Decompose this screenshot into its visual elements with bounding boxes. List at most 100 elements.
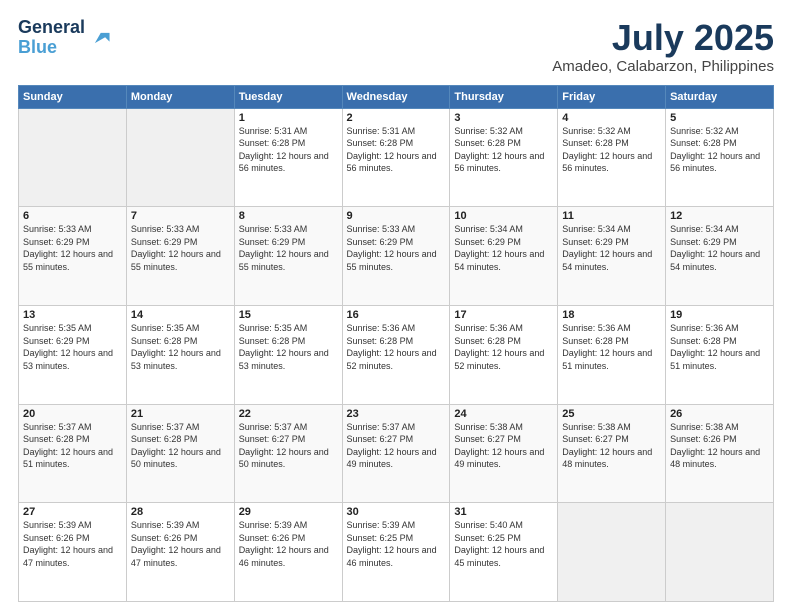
day-number: 25: [562, 408, 661, 420]
day-number: 11: [562, 210, 661, 222]
table-cell: 24Sunrise: 5:38 AM Sunset: 6:27 PM Dayli…: [450, 404, 558, 503]
day-number: 10: [454, 210, 553, 222]
table-cell: 10Sunrise: 5:34 AM Sunset: 6:29 PM Dayli…: [450, 207, 558, 306]
table-cell: 19Sunrise: 5:36 AM Sunset: 6:28 PM Dayli…: [666, 305, 774, 404]
table-cell: 18Sunrise: 5:36 AM Sunset: 6:28 PM Dayli…: [558, 305, 666, 404]
day-info: Sunrise: 5:36 AM Sunset: 6:28 PM Dayligh…: [562, 322, 661, 372]
calendar-title: July 2025: [552, 18, 774, 58]
day-number: 12: [670, 210, 769, 222]
logo-icon: [89, 27, 111, 49]
day-number: 31: [454, 506, 553, 518]
day-info: Sunrise: 5:32 AM Sunset: 6:28 PM Dayligh…: [562, 125, 661, 175]
table-cell: 31Sunrise: 5:40 AM Sunset: 6:25 PM Dayli…: [450, 503, 558, 602]
day-info: Sunrise: 5:33 AM Sunset: 6:29 PM Dayligh…: [239, 223, 338, 273]
day-info: Sunrise: 5:38 AM Sunset: 6:27 PM Dayligh…: [454, 421, 553, 471]
col-tuesday: Tuesday: [234, 85, 342, 108]
day-number: 16: [347, 309, 446, 321]
logo: GeneralBlue: [18, 18, 111, 58]
day-info: Sunrise: 5:36 AM Sunset: 6:28 PM Dayligh…: [670, 322, 769, 372]
day-info: Sunrise: 5:37 AM Sunset: 6:28 PM Dayligh…: [131, 421, 230, 471]
day-info: Sunrise: 5:35 AM Sunset: 6:29 PM Dayligh…: [23, 322, 122, 372]
table-cell: 8Sunrise: 5:33 AM Sunset: 6:29 PM Daylig…: [234, 207, 342, 306]
week-row-2: 6Sunrise: 5:33 AM Sunset: 6:29 PM Daylig…: [19, 207, 774, 306]
day-number: 14: [131, 309, 230, 321]
day-info: Sunrise: 5:32 AM Sunset: 6:28 PM Dayligh…: [670, 125, 769, 175]
table-cell: 23Sunrise: 5:37 AM Sunset: 6:27 PM Dayli…: [342, 404, 450, 503]
table-cell: [666, 503, 774, 602]
day-info: Sunrise: 5:31 AM Sunset: 6:28 PM Dayligh…: [239, 125, 338, 175]
day-info: Sunrise: 5:38 AM Sunset: 6:27 PM Dayligh…: [562, 421, 661, 471]
day-number: 20: [23, 408, 122, 420]
day-number: 30: [347, 506, 446, 518]
day-info: Sunrise: 5:33 AM Sunset: 6:29 PM Dayligh…: [23, 223, 122, 273]
day-number: 15: [239, 309, 338, 321]
day-info: Sunrise: 5:40 AM Sunset: 6:25 PM Dayligh…: [454, 519, 553, 569]
col-sunday: Sunday: [19, 85, 127, 108]
day-info: Sunrise: 5:34 AM Sunset: 6:29 PM Dayligh…: [670, 223, 769, 273]
day-number: 26: [670, 408, 769, 420]
table-cell: 21Sunrise: 5:37 AM Sunset: 6:28 PM Dayli…: [126, 404, 234, 503]
calendar-table: Sunday Monday Tuesday Wednesday Thursday…: [18, 85, 774, 602]
table-cell: 7Sunrise: 5:33 AM Sunset: 6:29 PM Daylig…: [126, 207, 234, 306]
table-cell: 30Sunrise: 5:39 AM Sunset: 6:25 PM Dayli…: [342, 503, 450, 602]
week-row-5: 27Sunrise: 5:39 AM Sunset: 6:26 PM Dayli…: [19, 503, 774, 602]
table-cell: 22Sunrise: 5:37 AM Sunset: 6:27 PM Dayli…: [234, 404, 342, 503]
day-number: 29: [239, 506, 338, 518]
table-cell: 4Sunrise: 5:32 AM Sunset: 6:28 PM Daylig…: [558, 108, 666, 207]
day-info: Sunrise: 5:34 AM Sunset: 6:29 PM Dayligh…: [454, 223, 553, 273]
table-cell: 1Sunrise: 5:31 AM Sunset: 6:28 PM Daylig…: [234, 108, 342, 207]
day-info: Sunrise: 5:39 AM Sunset: 6:26 PM Dayligh…: [131, 519, 230, 569]
day-number: 13: [23, 309, 122, 321]
day-info: Sunrise: 5:37 AM Sunset: 6:27 PM Dayligh…: [239, 421, 338, 471]
table-cell: 27Sunrise: 5:39 AM Sunset: 6:26 PM Dayli…: [19, 503, 127, 602]
logo-text: GeneralBlue: [18, 18, 85, 58]
day-number: 23: [347, 408, 446, 420]
day-info: Sunrise: 5:37 AM Sunset: 6:27 PM Dayligh…: [347, 421, 446, 471]
table-cell: 20Sunrise: 5:37 AM Sunset: 6:28 PM Dayli…: [19, 404, 127, 503]
day-info: Sunrise: 5:33 AM Sunset: 6:29 PM Dayligh…: [131, 223, 230, 273]
day-number: 18: [562, 309, 661, 321]
day-info: Sunrise: 5:36 AM Sunset: 6:28 PM Dayligh…: [454, 322, 553, 372]
day-number: 3: [454, 112, 553, 124]
week-row-4: 20Sunrise: 5:37 AM Sunset: 6:28 PM Dayli…: [19, 404, 774, 503]
table-cell: 25Sunrise: 5:38 AM Sunset: 6:27 PM Dayli…: [558, 404, 666, 503]
day-info: Sunrise: 5:39 AM Sunset: 6:26 PM Dayligh…: [23, 519, 122, 569]
col-wednesday: Wednesday: [342, 85, 450, 108]
day-info: Sunrise: 5:34 AM Sunset: 6:29 PM Dayligh…: [562, 223, 661, 273]
day-number: 21: [131, 408, 230, 420]
logo-blue: Blue: [18, 37, 57, 57]
day-info: Sunrise: 5:31 AM Sunset: 6:28 PM Dayligh…: [347, 125, 446, 175]
table-cell: 6Sunrise: 5:33 AM Sunset: 6:29 PM Daylig…: [19, 207, 127, 306]
day-number: 6: [23, 210, 122, 222]
day-info: Sunrise: 5:33 AM Sunset: 6:29 PM Dayligh…: [347, 223, 446, 273]
day-number: 7: [131, 210, 230, 222]
header: GeneralBlue July 2025 Amadeo, Calabarzon…: [18, 18, 774, 75]
table-cell: 2Sunrise: 5:31 AM Sunset: 6:28 PM Daylig…: [342, 108, 450, 207]
col-saturday: Saturday: [666, 85, 774, 108]
day-info: Sunrise: 5:39 AM Sunset: 6:26 PM Dayligh…: [239, 519, 338, 569]
table-cell: [126, 108, 234, 207]
day-number: 1: [239, 112, 338, 124]
day-info: Sunrise: 5:38 AM Sunset: 6:26 PM Dayligh…: [670, 421, 769, 471]
day-number: 19: [670, 309, 769, 321]
day-info: Sunrise: 5:36 AM Sunset: 6:28 PM Dayligh…: [347, 322, 446, 372]
day-number: 5: [670, 112, 769, 124]
table-cell: 29Sunrise: 5:39 AM Sunset: 6:26 PM Dayli…: [234, 503, 342, 602]
page: GeneralBlue July 2025 Amadeo, Calabarzon…: [0, 0, 792, 612]
table-cell: 13Sunrise: 5:35 AM Sunset: 6:29 PM Dayli…: [19, 305, 127, 404]
table-cell: [558, 503, 666, 602]
header-row: Sunday Monday Tuesday Wednesday Thursday…: [19, 85, 774, 108]
calendar-subtitle: Amadeo, Calabarzon, Philippines: [552, 58, 774, 75]
week-row-1: 1Sunrise: 5:31 AM Sunset: 6:28 PM Daylig…: [19, 108, 774, 207]
table-cell: 5Sunrise: 5:32 AM Sunset: 6:28 PM Daylig…: [666, 108, 774, 207]
table-cell: 17Sunrise: 5:36 AM Sunset: 6:28 PM Dayli…: [450, 305, 558, 404]
day-number: 4: [562, 112, 661, 124]
table-cell: 14Sunrise: 5:35 AM Sunset: 6:28 PM Dayli…: [126, 305, 234, 404]
table-cell: 3Sunrise: 5:32 AM Sunset: 6:28 PM Daylig…: [450, 108, 558, 207]
day-info: Sunrise: 5:37 AM Sunset: 6:28 PM Dayligh…: [23, 421, 122, 471]
table-cell: 12Sunrise: 5:34 AM Sunset: 6:29 PM Dayli…: [666, 207, 774, 306]
day-number: 28: [131, 506, 230, 518]
day-info: Sunrise: 5:35 AM Sunset: 6:28 PM Dayligh…: [239, 322, 338, 372]
week-row-3: 13Sunrise: 5:35 AM Sunset: 6:29 PM Dayli…: [19, 305, 774, 404]
day-info: Sunrise: 5:39 AM Sunset: 6:25 PM Dayligh…: [347, 519, 446, 569]
